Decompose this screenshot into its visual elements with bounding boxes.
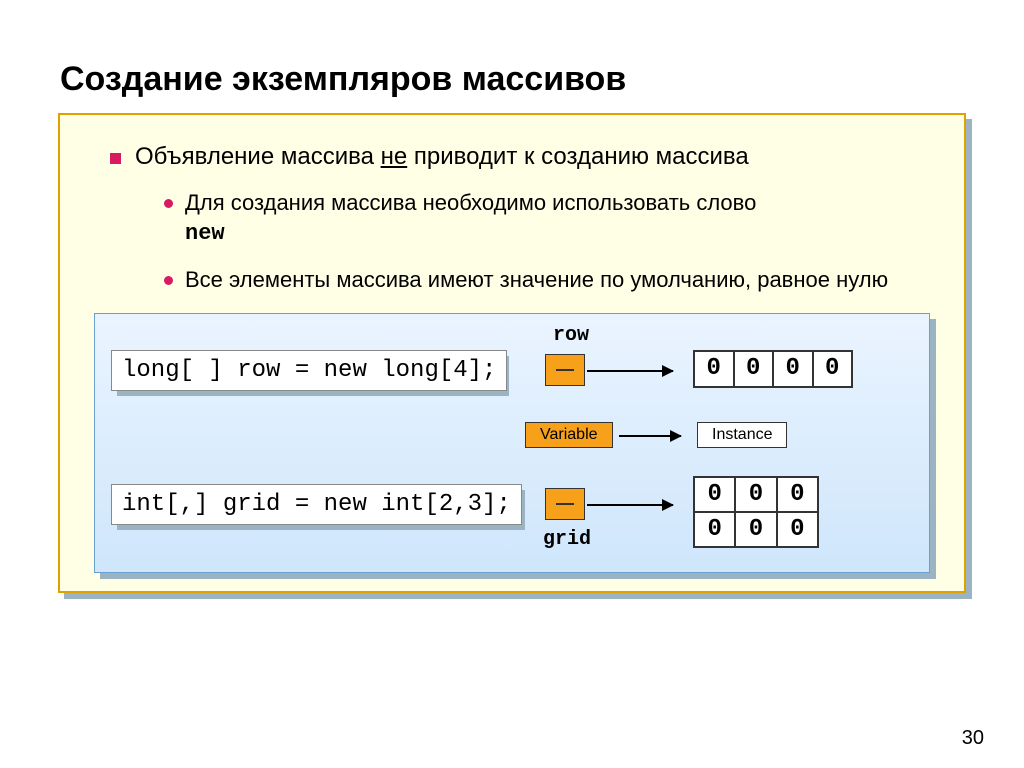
page-number: 30 (962, 727, 984, 750)
dot-bullet-icon (164, 199, 173, 208)
square-bullet-icon (110, 153, 121, 164)
cell: 0 (735, 512, 776, 547)
bullet-post: приводит к созданию массива (407, 143, 749, 170)
cell: 0 (735, 477, 776, 512)
content-box: Объявление массива не приводит к создани… (58, 113, 966, 593)
legend-instance: Instance (697, 422, 787, 448)
cell: 0 (777, 512, 818, 547)
cell: 0 (734, 351, 774, 387)
grid-array: 0 0 0 0 0 0 (693, 476, 819, 548)
variable-box-grid (545, 488, 585, 520)
slide-title: Создание экземпляров массивов (60, 60, 966, 99)
cell: 0 (813, 351, 853, 387)
code-snippet-grid: int[,] grid = new int[2,3]; (111, 484, 522, 525)
bullet-main: Объявление массива не приводит к создани… (110, 143, 934, 171)
cell: 0 (773, 351, 813, 387)
code-snippet-row: long[ ] row = new long[4]; (111, 350, 507, 391)
sub1-text: Для создания массива необходимо использо… (185, 190, 756, 215)
row-label: row (553, 324, 589, 347)
bullet-underlined: не (381, 143, 408, 170)
sub-bullet-2: Все элементы массива имеют значение по у… (164, 266, 934, 295)
diagram-panel: row long[ ] row = new long[4]; 0 0 0 0 (94, 313, 930, 573)
arrow-icon (619, 435, 681, 437)
variable-box-row (545, 354, 585, 386)
row-array: 0 0 0 0 (693, 350, 853, 388)
bullet-pre: Объявление массива (135, 143, 381, 170)
sub1-code: new (185, 221, 225, 246)
cell: 0 (694, 351, 734, 387)
sub-bullet-1: Для создания массива необходимо использо… (164, 189, 934, 248)
arrow-icon (587, 370, 673, 372)
arrow-icon (587, 504, 673, 506)
legend-variable: Variable (525, 422, 613, 448)
cell: 0 (694, 512, 735, 547)
grid-label: grid (543, 528, 591, 551)
cell: 0 (694, 477, 735, 512)
sub2-text: Все элементы массива имеют значение по у… (185, 266, 888, 295)
dot-bullet-icon (164, 276, 173, 285)
cell: 0 (777, 477, 818, 512)
